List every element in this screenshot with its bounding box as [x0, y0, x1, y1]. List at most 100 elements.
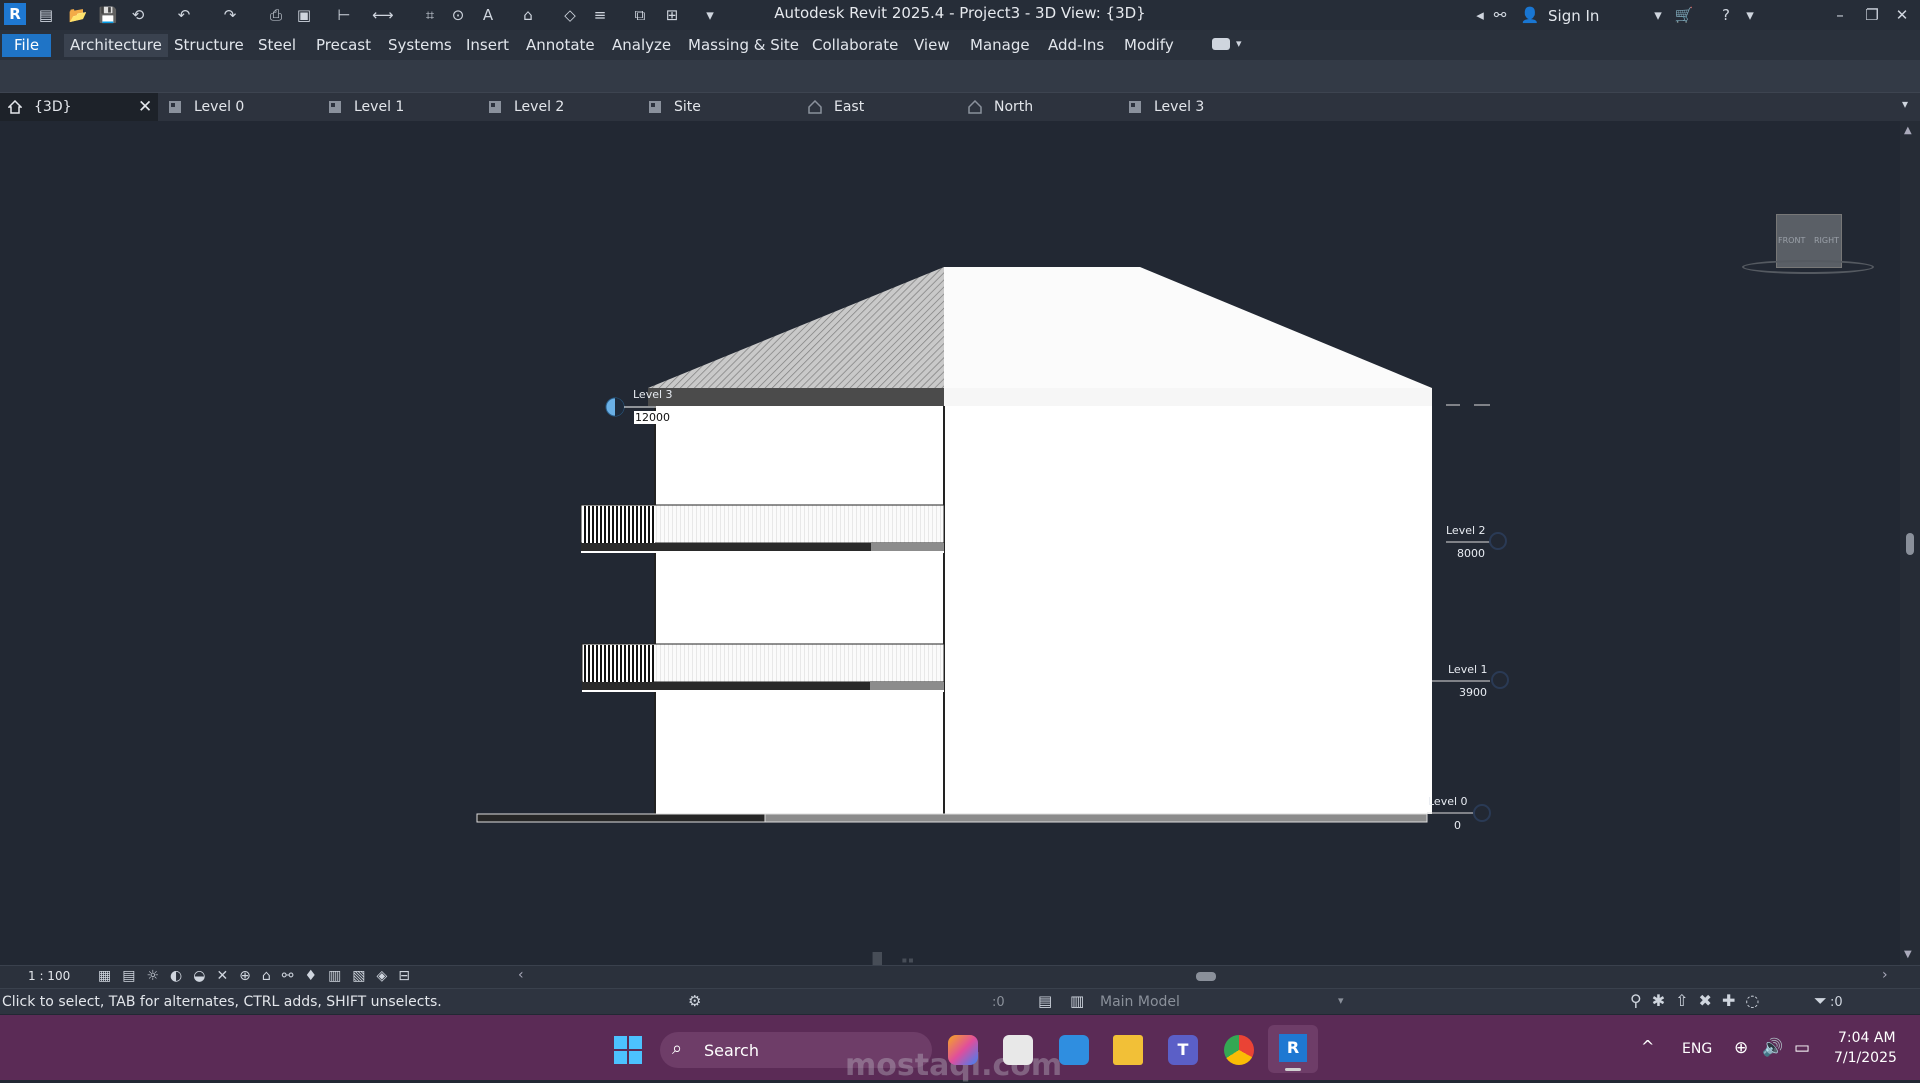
- copilot-icon[interactable]: [948, 1035, 978, 1065]
- design-options-icon[interactable]: ▤: [1038, 992, 1052, 1010]
- view-tab-level-3[interactable]: Level 3: [1120, 93, 1278, 121]
- view-tab-level-0[interactable]: Level 0: [160, 93, 318, 121]
- user-icon[interactable]: 👤: [1520, 6, 1540, 24]
- balcony-lower-slab[interactable]: [582, 682, 870, 690]
- tab-structure[interactable]: Structure: [168, 34, 250, 57]
- file-explorer-icon[interactable]: [1113, 1035, 1143, 1065]
- tab-precast[interactable]: Precast: [310, 34, 377, 57]
- maps-app-icon[interactable]: [1059, 1035, 1089, 1065]
- tab-annotate[interactable]: Annotate: [520, 34, 601, 57]
- window-title: Autodesk Revit 2025.4 - Project3 - 3D Vi…: [774, 4, 1146, 22]
- level-3-name[interactable]: Level 3: [633, 388, 673, 401]
- view-tab-east[interactable]: East: [800, 93, 958, 121]
- tab-collaborate[interactable]: Collaborate: [806, 34, 904, 57]
- cart-icon[interactable]: 🛒: [1674, 6, 1694, 24]
- teams-icon[interactable]: T: [1168, 1035, 1198, 1065]
- tab-analyze[interactable]: Analyze: [606, 34, 677, 57]
- tab-view[interactable]: View: [908, 34, 956, 57]
- worksets-count[interactable]: :0: [992, 995, 1005, 1010]
- tab-file[interactable]: File: [2, 34, 52, 57]
- level-0-name[interactable]: Level 0: [1428, 795, 1468, 808]
- viewcube-right-label[interactable]: RIGHT: [1814, 236, 1839, 245]
- tab-insert[interactable]: Insert: [460, 34, 515, 57]
- tab-manage[interactable]: Manage: [964, 34, 1036, 57]
- view-tab-label: {3D}: [34, 99, 72, 115]
- store-icon[interactable]: [1003, 1035, 1033, 1065]
- chevron-down-icon[interactable]: ▾: [1236, 37, 1242, 50]
- view-tab-site[interactable]: Site: [640, 93, 798, 121]
- scroll-up-icon[interactable]: ▲: [1904, 125, 1912, 136]
- volume-icon[interactable]: 🔊: [1762, 1038, 1783, 1058]
- chevron-down-icon[interactable]: ▾: [1338, 994, 1344, 1007]
- restore-icon[interactable]: ❐: [1862, 6, 1882, 24]
- level-1-head[interactable]: [1491, 671, 1509, 689]
- viewcube-front-label[interactable]: FRONT: [1778, 236, 1805, 245]
- hscroll-right-icon[interactable]: ›: [1882, 967, 1888, 983]
- tab-modify[interactable]: Modify: [1118, 34, 1180, 57]
- hscroll-left-icon[interactable]: ‹: [518, 967, 524, 983]
- viewcube[interactable]: FRONT RIGHT: [1742, 214, 1874, 278]
- ribbon-minimize-icon[interactable]: [1212, 38, 1230, 50]
- house-icon: [8, 100, 22, 114]
- clock-date[interactable]: 7/1/2025: [1834, 1050, 1897, 1066]
- level-1-elevation[interactable]: 3900: [1459, 686, 1487, 699]
- scroll-down-icon[interactable]: ▼: [1904, 949, 1912, 960]
- floor-plan-icon: [329, 101, 341, 113]
- main-model-select[interactable]: Main Model: [1100, 994, 1180, 1010]
- tabs-menu-icon[interactable]: ▾: [1902, 97, 1908, 111]
- chevron-left-icon[interactable]: ◂: [1470, 6, 1490, 24]
- help-icon[interactable]: ?: [1716, 6, 1736, 24]
- level-2-head[interactable]: [1489, 532, 1507, 550]
- balcony-upper-slab[interactable]: [581, 543, 871, 551]
- roof-right-face[interactable]: [944, 267, 1432, 388]
- view-control-icons[interactable]: ▦▤☼◐◒✕⊕⌂⚯♦▥▧◈⊟: [98, 968, 421, 984]
- chevron-up-icon[interactable]: ^: [1641, 1037, 1654, 1056]
- view-tab-level-1[interactable]: Level 1: [320, 93, 478, 121]
- close-icon[interactable]: ✕: [138, 93, 152, 121]
- vertical-scroll-thumb[interactable]: [1906, 533, 1914, 555]
- taskbar-revit-active[interactable]: R: [1268, 1025, 1318, 1073]
- network-icon[interactable]: ⊕: [1734, 1038, 1748, 1058]
- level-3-elevation[interactable]: 12000: [634, 411, 671, 424]
- tab-steel[interactable]: Steel: [252, 34, 302, 57]
- roof-fascia-right[interactable]: [944, 388, 1432, 406]
- worksharing-icon[interactable]: ⚙: [688, 992, 701, 1010]
- floor-plan-icon: [1129, 101, 1141, 113]
- drawing-canvas[interactable]: Level 3 12000 Level 2 8000 Level 1 3900 …: [0, 121, 1900, 1006]
- tab-massing-site[interactable]: Massing & Site: [682, 34, 805, 57]
- level-0-elevation[interactable]: 0: [1454, 819, 1461, 832]
- chevron-down-icon[interactable]: ▾: [1648, 6, 1668, 24]
- tab-architecture[interactable]: Architecture: [64, 34, 168, 57]
- windows-start-icon[interactable]: [613, 1035, 643, 1065]
- view-scale[interactable]: 1 : 100: [28, 969, 70, 983]
- level-2-name[interactable]: Level 2: [1446, 524, 1486, 537]
- tab-add-ins[interactable]: Add-Ins: [1042, 34, 1110, 57]
- chrome-icon[interactable]: [1224, 1035, 1254, 1065]
- view-tab-north[interactable]: North: [960, 93, 1118, 121]
- view-tab-level-2[interactable]: Level 2: [480, 93, 638, 121]
- wall-left[interactable]: [655, 406, 944, 814]
- sign-in-link[interactable]: Sign In: [1548, 7, 1599, 25]
- selection-options-icons[interactable]: ⚲✱⇧✖✚◌: [1630, 991, 1769, 1010]
- close-icon[interactable]: ✕: [1892, 6, 1912, 24]
- level-0-head[interactable]: [1473, 804, 1491, 822]
- language-indicator[interactable]: ENG: [1682, 1041, 1712, 1057]
- minimize-icon[interactable]: –: [1830, 6, 1850, 24]
- filter-icon[interactable]: ⏷: [1814, 991, 1827, 1011]
- viewcube-compass-ring[interactable]: [1742, 260, 1874, 274]
- horizontal-scroll-thumb[interactable]: [1196, 972, 1216, 981]
- wall-right[interactable]: [944, 406, 1432, 814]
- roof-fascia[interactable]: [648, 388, 944, 406]
- level-2-elevation[interactable]: 8000: [1457, 547, 1485, 560]
- clock-time[interactable]: 7:04 AM: [1838, 1030, 1896, 1046]
- ground-slab[interactable]: [476, 813, 766, 823]
- roof-left-face[interactable]: [648, 267, 944, 388]
- editable-only-icon[interactable]: ▥: [1070, 992, 1084, 1010]
- binoculars-icon[interactable]: ⚯: [1490, 6, 1510, 24]
- battery-icon[interactable]: ▭: [1794, 1038, 1810, 1058]
- chevron-down-icon[interactable]: ▾: [1740, 6, 1760, 24]
- level-1-name[interactable]: Level 1: [1448, 663, 1488, 676]
- tab-systems[interactable]: Systems: [382, 34, 458, 57]
- view-tab-3d[interactable]: {3D} ✕: [0, 93, 158, 121]
- vertical-scrollbar[interactable]: ▲ ▼: [1900, 121, 1920, 965]
